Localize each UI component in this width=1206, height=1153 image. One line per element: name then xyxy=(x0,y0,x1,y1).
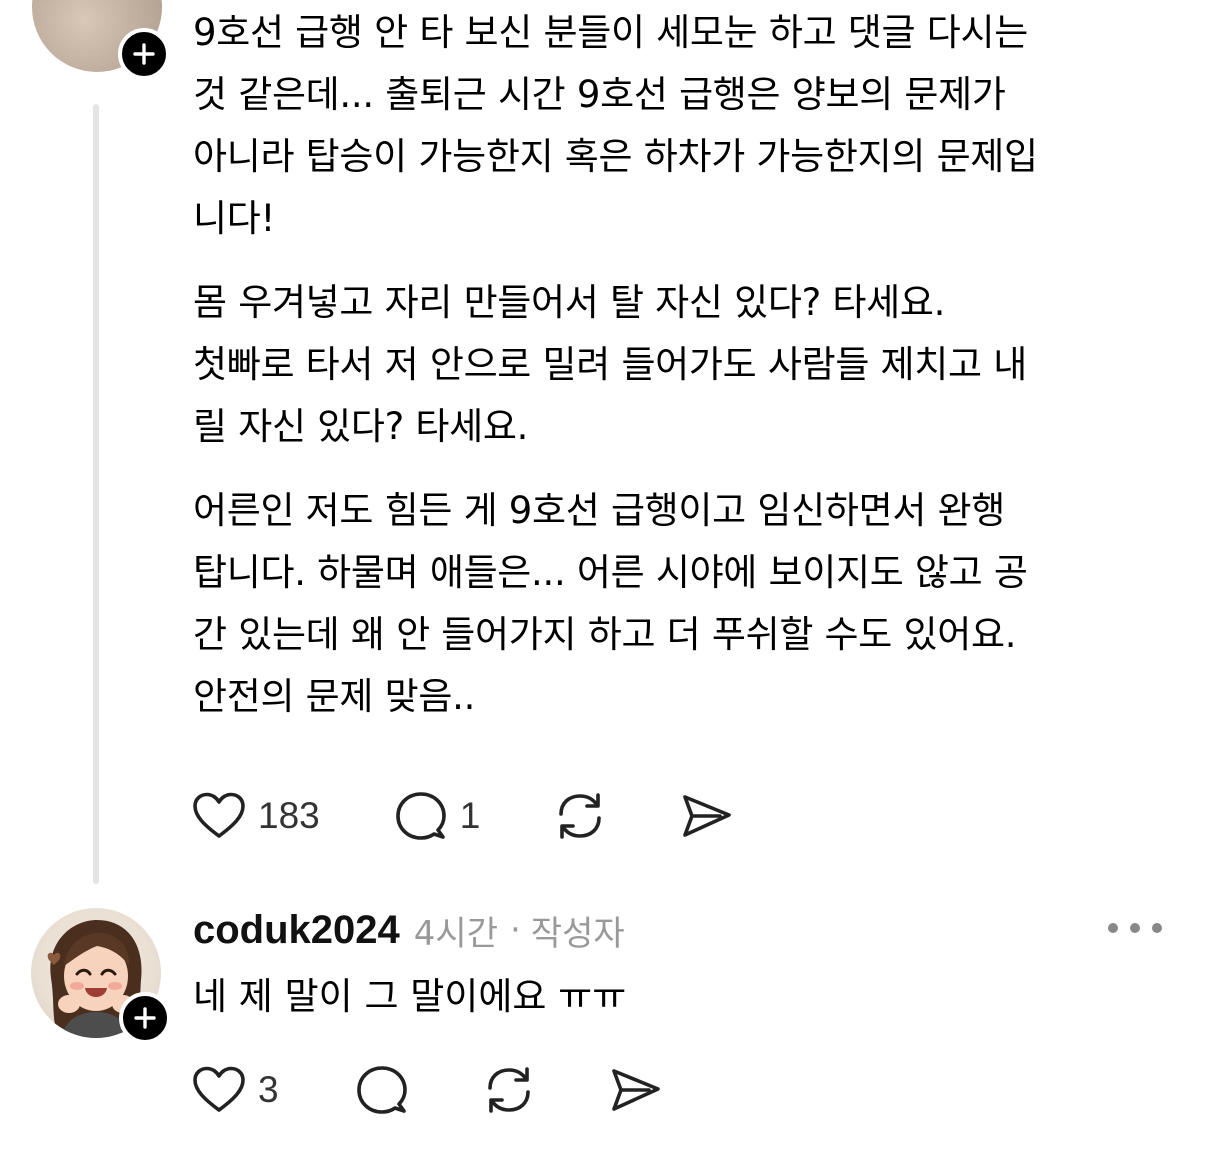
post-paragraph: 9호선 급행 안 타 보신 분들이 세모눈 하고 댓글 다시는 것 같은데...… xyxy=(193,11,1038,240)
share-button[interactable] xyxy=(609,1060,663,1120)
post-action-bar: 183 1 xyxy=(192,786,734,846)
reply-count: 1 xyxy=(459,795,481,836)
comment-action-bar: 3 xyxy=(192,1060,663,1120)
comment-text: 네 제 말이 그 말이에요 ㅠㅠ xyxy=(193,975,627,1018)
share-button[interactable] xyxy=(680,786,734,846)
repost-icon xyxy=(487,1067,530,1113)
plus-icon xyxy=(134,1007,156,1029)
heart-icon xyxy=(193,1066,245,1112)
like-count: 3 xyxy=(258,1069,279,1110)
like-button[interactable]: 183 xyxy=(192,786,320,846)
meta-separator: · xyxy=(509,910,521,950)
username[interactable]: coduk2024 xyxy=(193,908,400,953)
post-author-avatar[interactable] xyxy=(32,0,170,80)
repost-icon xyxy=(559,793,602,839)
thread-line xyxy=(93,104,99,884)
comment-icon xyxy=(395,792,446,840)
follow-button[interactable] xyxy=(118,28,170,80)
more-icon xyxy=(1108,923,1118,933)
share-icon xyxy=(683,795,732,837)
reply-button[interactable] xyxy=(355,1060,409,1120)
heart-icon xyxy=(193,792,245,838)
post-paragraph: 몸 우겨넣고 자리 만들어서 탈 자신 있다? 타세요. 첫빠로 타서 저 안으… xyxy=(193,281,1027,448)
post-text: 9호선 급행 안 타 보신 분들이 세모눈 하고 댓글 다시는 것 같은데...… xyxy=(193,2,1183,750)
like-count: 183 xyxy=(258,795,320,836)
follow-button[interactable] xyxy=(119,992,171,1044)
share-icon xyxy=(611,1069,660,1111)
post-paragraph: 어른인 저도 힘든 게 9호선 급행이고 임신하면서 완행 탑니다. 하물며 애… xyxy=(193,489,1028,718)
like-button[interactable]: 3 xyxy=(192,1060,279,1120)
repost-button[interactable] xyxy=(481,1060,537,1120)
reply-button[interactable]: 1 xyxy=(394,786,481,846)
more-options-button[interactable] xyxy=(1108,915,1162,941)
comment-icon xyxy=(356,1066,407,1114)
comment-header: coduk2024 4시간 · 작성자 xyxy=(193,900,625,960)
repost-button[interactable] xyxy=(552,786,608,846)
timestamp: 4시간 xyxy=(413,913,498,954)
comment-author-avatar[interactable] xyxy=(31,908,171,1044)
plus-icon xyxy=(133,43,155,65)
author-badge: 작성자 xyxy=(530,913,625,954)
